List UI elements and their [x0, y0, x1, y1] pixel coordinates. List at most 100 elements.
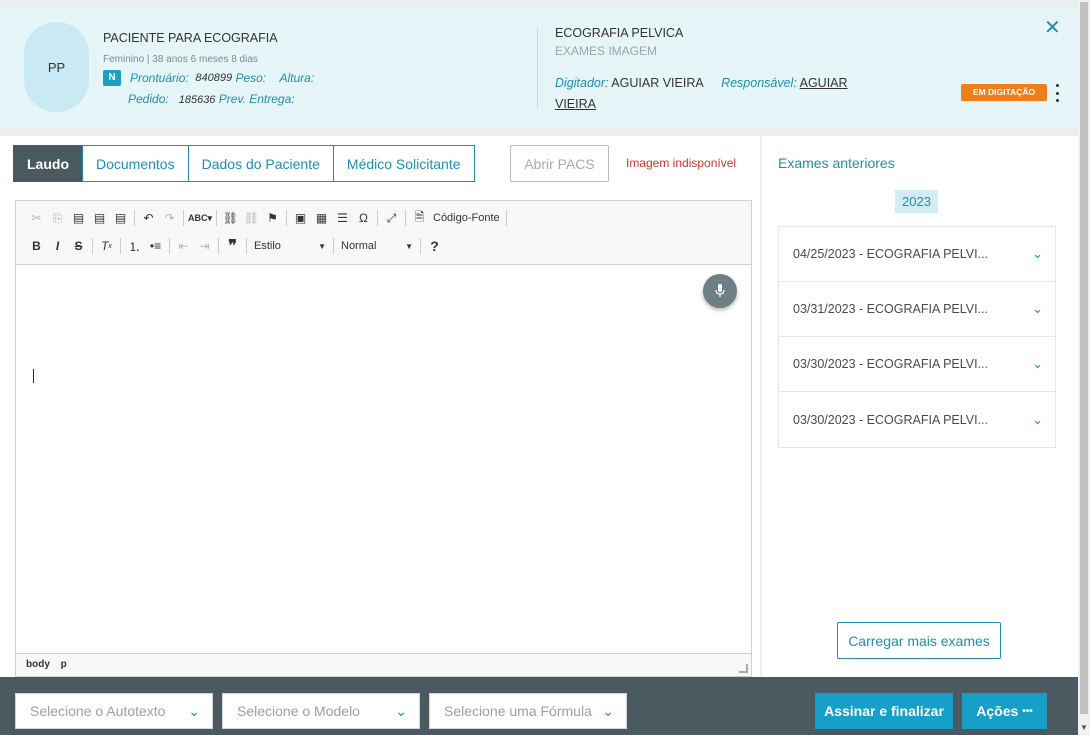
tab-laudo[interactable]: Laudo: [13, 145, 83, 182]
image-status: Imagem indisponível: [626, 156, 737, 170]
entrega-label: Prev. Entrega:: [218, 92, 295, 106]
toolbar-separator: [286, 210, 287, 226]
toolbar-separator: [92, 238, 93, 254]
toolbar-separator: [333, 238, 334, 254]
style-select[interactable]: Estilo ▼: [250, 240, 330, 252]
help-icon[interactable]: ?: [424, 236, 445, 256]
tab-medico-solicitante[interactable]: Médico Solicitante: [332, 145, 475, 182]
special-char-icon[interactable]: Ω: [353, 208, 374, 228]
list-item[interactable]: 03/31/2023 - ECOGRAFIA PELVI... ⌄: [779, 282, 1055, 337]
exam-item-label: 03/30/2023 - ECOGRAFIA PELVI...: [793, 357, 989, 371]
chevron-down-icon: ▼: [318, 241, 326, 251]
actions-label: Ações: [976, 703, 1019, 719]
chevron-down-icon[interactable]: ⌄: [1032, 246, 1043, 262]
paste-word-icon[interactable]: ▤: [110, 208, 131, 228]
exam-subtitle: EXAMES IMAGEM: [555, 44, 658, 58]
previous-exams-title: Exames anteriores: [778, 155, 895, 171]
responsavel-value[interactable]: AGUIAR: [800, 76, 848, 90]
chevron-down-icon[interactable]: ⌄: [1032, 412, 1043, 428]
modelo-placeholder: Selecione o Modelo: [237, 703, 360, 719]
responsavel-value-line-2[interactable]: VIEIRA: [555, 97, 596, 111]
format-select[interactable]: Normal ▼: [337, 240, 417, 252]
path-tag-p[interactable]: p: [61, 659, 67, 670]
chevron-down-icon: ▼: [405, 241, 413, 251]
chevron-down-icon[interactable]: ⌄: [1032, 301, 1043, 317]
report-tabs: Laudo Documentos Dados do Paciente Médic…: [13, 145, 475, 182]
clear-format-icon[interactable]: Tx: [96, 236, 117, 256]
bold-icon[interactable]: B: [26, 236, 47, 256]
autotexto-select[interactable]: Selecione o Autotexto ⌄: [15, 693, 213, 729]
toolbar-row-1: ✂ ⎘ ▤ ▤ ▤ ↶ ↷ ABC▾ ⛓ ⛓ ⚑ ▣ ▦ ☰ Ω ⤢ 🗎 Cód…: [26, 208, 510, 228]
outdent-icon[interactable]: ⇤: [173, 236, 194, 256]
patient-info-line-1: N Prontuário: 840899 Peso: Altura:: [103, 70, 314, 86]
toolbar-separator: [183, 210, 184, 226]
scroll-down-icon[interactable]: ▼: [1078, 721, 1090, 735]
tab-dados-paciente[interactable]: Dados do Paciente: [187, 145, 334, 182]
actions-button[interactable]: Ações •••: [962, 693, 1047, 729]
page-scrollbar[interactable]: ▼: [1078, 0, 1090, 735]
strikethrough-icon[interactable]: S: [68, 236, 89, 256]
editor-content-area[interactable]: [16, 265, 751, 655]
toolbar-separator: [405, 210, 406, 226]
spellcheck-icon[interactable]: ABC▾: [187, 208, 213, 228]
indent-icon[interactable]: ⇥: [194, 236, 215, 256]
source-code-button[interactable]: Código-Fonte: [430, 212, 503, 224]
load-more-exams-button[interactable]: Carregar mais exames: [837, 622, 1001, 659]
blockquote-icon[interactable]: ❞: [222, 236, 243, 256]
toolbar-separator: [218, 238, 219, 254]
responsavel-label: Responsável:: [721, 76, 797, 90]
scrollbar-thumb[interactable]: [1080, 2, 1088, 714]
exam-staff: Digitador: AGUIAR VIEIRA Responsável: AG…: [555, 73, 855, 115]
editor-path-bar: body p: [16, 653, 751, 676]
undo-icon[interactable]: ↶: [138, 208, 159, 228]
italic-icon[interactable]: I: [47, 236, 68, 256]
bulleted-list-icon[interactable]: •≡: [145, 236, 166, 256]
year-badge[interactable]: 2023: [895, 190, 938, 213]
cut-icon[interactable]: ✂: [26, 208, 47, 228]
open-pacs-button[interactable]: Abrir PACS: [510, 145, 609, 182]
list-item[interactable]: 04/25/2023 - ECOGRAFIA PELVI... ⌄: [779, 227, 1055, 282]
maximize-icon[interactable]: ⤢: [381, 208, 402, 228]
toolbar-separator: [169, 238, 170, 254]
text-cursor: [33, 369, 34, 383]
more-dots-icon: •••: [1022, 705, 1033, 717]
chevron-down-icon[interactable]: ⌄: [1032, 356, 1043, 372]
modelo-select[interactable]: Selecione o Modelo ⌄: [222, 693, 420, 729]
exam-item-label: 03/31/2023 - ECOGRAFIA PELVI...: [793, 302, 989, 316]
link-icon[interactable]: ⛓: [220, 208, 241, 228]
previous-exams-list: 04/25/2023 - ECOGRAFIA PELVI... ⌄ 03/31/2…: [778, 226, 1056, 448]
source-icon[interactable]: 🗎: [409, 208, 430, 228]
horizontal-line-icon[interactable]: ☰: [332, 208, 353, 228]
header-divider: [537, 28, 538, 108]
avatar: PP: [24, 22, 89, 112]
sign-and-finish-button[interactable]: Assinar e finalizar: [815, 693, 953, 729]
paste-text-icon[interactable]: ▤: [89, 208, 110, 228]
toolbar-separator: [505, 210, 507, 226]
more-options-icon[interactable]: [1052, 84, 1062, 102]
table-icon[interactable]: ▦: [311, 208, 332, 228]
close-icon[interactable]: ✕: [1044, 18, 1061, 38]
path-tag-body[interactable]: body: [26, 659, 50, 670]
patient-info-line-2: Pedido: 185636 Prev. Entrega:: [128, 92, 295, 106]
autotexto-placeholder: Selecione o Autotexto: [30, 703, 166, 719]
toolbar-separator: [134, 210, 135, 226]
numbered-list-icon[interactable]: ⒈: [124, 236, 145, 256]
exam-item-label: 04/25/2023 - ECOGRAFIA PELVI...: [793, 247, 989, 261]
redo-icon[interactable]: ↷: [159, 208, 180, 228]
copy-icon[interactable]: ⎘: [47, 208, 68, 228]
editor-toolbar: ✂ ⎘ ▤ ▤ ▤ ↶ ↷ ABC▾ ⛓ ⛓ ⚑ ▣ ▦ ☰ Ω ⤢ 🗎 Cód…: [16, 201, 751, 265]
resize-handle-icon[interactable]: [739, 664, 748, 673]
style-select-value: Estilo: [254, 240, 281, 252]
mic-icon[interactable]: [703, 274, 737, 308]
tab-documentos[interactable]: Documentos: [82, 145, 189, 182]
formula-select[interactable]: Selecione uma Fórmula ⌄: [429, 693, 627, 729]
image-icon[interactable]: ▣: [290, 208, 311, 228]
list-item[interactable]: 03/30/2023 - ECOGRAFIA PELVI... ⌄: [779, 392, 1055, 447]
rich-text-editor: ✂ ⎘ ▤ ▤ ▤ ↶ ↷ ABC▾ ⛓ ⛓ ⚑ ▣ ▦ ☰ Ω ⤢ 🗎 Cód…: [15, 200, 752, 677]
paste-icon[interactable]: ▤: [68, 208, 89, 228]
unlink-icon[interactable]: ⛓: [241, 208, 262, 228]
new-badge: N: [103, 70, 121, 86]
pedido-label: Pedido:: [128, 92, 169, 106]
list-item[interactable]: 03/30/2023 - ECOGRAFIA PELVI... ⌄: [779, 337, 1055, 392]
anchor-icon[interactable]: ⚑: [262, 208, 283, 228]
